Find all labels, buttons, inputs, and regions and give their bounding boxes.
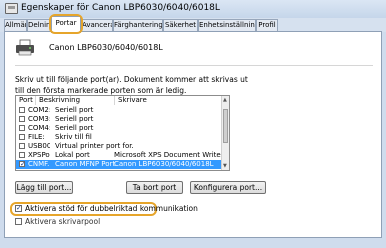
bidirectional-label: Aktivera stöd för dubbelriktad kommunika… [25, 204, 198, 213]
column-header-description[interactable]: Beskrivning [36, 96, 115, 105]
bidirectional-checkbox[interactable]: Aktivera stöd för dubbelriktad kommunika… [15, 204, 198, 213]
port-row[interactable]: USB001 Virtual printer port for... [16, 142, 229, 151]
port-row[interactable]: FILE: Skriv till fil [16, 133, 229, 142]
tab-color-management[interactable]: Färghantering [113, 19, 163, 31]
port-port-cell: COM3: [28, 115, 50, 123]
tab-general[interactable]: Allmänt [4, 19, 27, 31]
port-port-cell: FILE: [28, 133, 45, 141]
printer-name: Canon LBP6030/6040/6018L [49, 43, 163, 52]
scroll-down-icon[interactable]: ▼ [223, 163, 227, 169]
port-desc-cell: Seriell port [55, 115, 94, 123]
printer-icon [16, 39, 34, 56]
configure-port-button[interactable]: Konfigurera port... [190, 181, 266, 194]
bidirectional-check-icon[interactable] [15, 204, 22, 213]
port-desc-cell: Skriv till fil [55, 133, 92, 141]
port-checkbox[interactable] [19, 134, 25, 140]
port-row[interactable]: XPSPort:Lokal portMicrosoft XPS Document… [16, 151, 229, 160]
port-port-cell: CNMF... [28, 160, 50, 168]
tab-profile[interactable]: Profil [256, 19, 278, 31]
port-row[interactable]: COM2: Seriell port [16, 106, 229, 115]
port-checkbox[interactable] [19, 107, 25, 113]
tab-device-settings[interactable]: Enhetsinställningar [198, 19, 256, 31]
port-desc-cell: Seriell port [55, 106, 94, 114]
tab-security[interactable]: Säkerhet [163, 19, 198, 31]
ports-scrollbar[interactable]: ▲ ▼ [221, 96, 229, 170]
ports-panel: Canon LBP6030/6040/6018L Skriv ut till f… [4, 31, 382, 238]
add-port-button[interactable]: Lägg till port... [15, 181, 73, 194]
ports-rows: COM2: Seriell port COM3: Seriell port COM4: S… [16, 106, 229, 169]
window-title: Egenskaper för Canon LBP6030/6040/6018L [21, 3, 220, 13]
port-port-cell: COM2: [28, 106, 50, 114]
pool-label: Aktivera skrivarpool [25, 217, 101, 226]
printer-icon [5, 3, 18, 14]
scroll-thumb[interactable] [223, 109, 228, 143]
port-row[interactable]: COM3: Seriell port [16, 115, 229, 124]
port-checkbox[interactable] [19, 116, 25, 122]
tab-advanced[interactable]: Avancerat [81, 19, 113, 31]
port-printer-cell: Canon LBP6030/6040/6018L [114, 160, 214, 168]
port-port-cell: XPSPort: [28, 151, 50, 159]
pool-checkbox[interactable]: Aktivera skrivarpool [15, 217, 100, 226]
ports-description: Skriv ut till följande port(ar). Dokumen… [15, 75, 248, 95]
ports-list[interactable]: Port Beskrivning Skrivare COM2: Seriell p… [15, 95, 230, 171]
port-row[interactable]: COM4: Seriell port [16, 124, 229, 133]
port-desc-cell: Virtual printer port for... [55, 142, 134, 150]
pool-check-icon[interactable] [15, 218, 22, 225]
port-checkbox[interactable] [19, 143, 25, 149]
port-checkbox[interactable] [19, 160, 26, 169]
port-checkbox[interactable] [19, 125, 25, 131]
column-header-printer[interactable]: Skrivare [115, 96, 222, 105]
tab-sharing[interactable]: Delning [27, 19, 51, 31]
port-checkbox[interactable] [19, 152, 25, 158]
port-port-cell: COM4: [28, 124, 50, 132]
port-port-cell: USB001 [28, 142, 50, 150]
divider [15, 65, 373, 66]
port-row[interactable]: CNMF...Canon MFNP PortCanon LBP6030/6040… [16, 160, 229, 169]
port-printer-cell: Microsoft XPS Document Writer [114, 151, 222, 159]
scroll-up-icon[interactable]: ▲ [223, 97, 227, 103]
port-desc-cell: Seriell port [55, 124, 94, 132]
tab-ports-highlight [49, 14, 83, 34]
column-header-port[interactable]: Port [16, 96, 36, 105]
delete-port-button[interactable]: Ta bort port [126, 181, 183, 194]
